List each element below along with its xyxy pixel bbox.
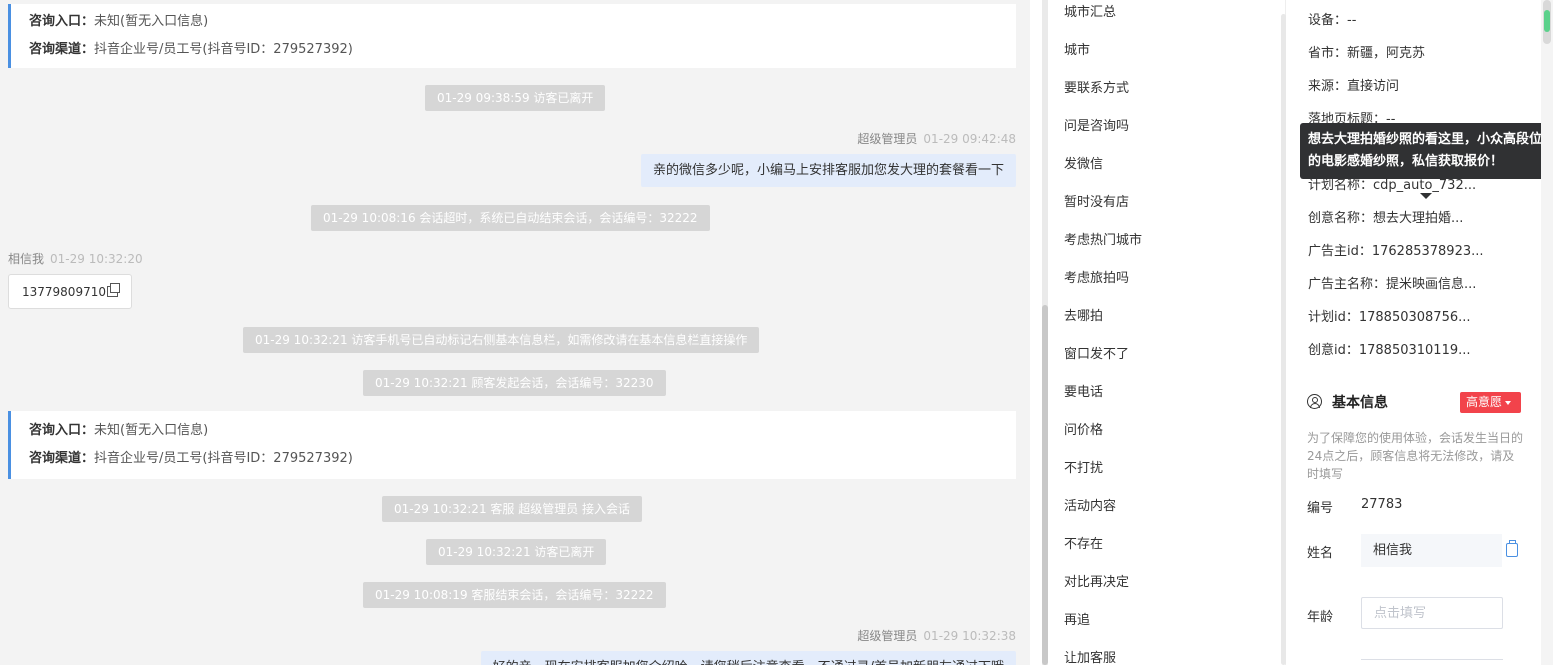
- basic-info-header: 基本信息: [1307, 393, 1388, 413]
- quick-reply-item[interactable]: 要联系方式: [1064, 79, 1129, 99]
- message-meta: 超级管理员 01-29 09:42:48: [857, 130, 1016, 147]
- quick-reply-item[interactable]: 去哪拍: [1064, 307, 1103, 327]
- user-circle-icon: [1307, 394, 1322, 409]
- inquiry-info-card: 咨询入口：未知(暂无入口信息) 咨询渠道：抖音企业号/员工号(抖音号ID：279…: [8, 4, 1016, 68]
- copy-icon[interactable]: [106, 283, 120, 297]
- name-field[interactable]: 相信我: [1361, 534, 1502, 567]
- caret-down-icon: [1505, 401, 1512, 405]
- inquiry-entry-row: 咨询入口：未知(暂无入口信息): [29, 8, 998, 36]
- quick-reply-item[interactable]: 让加客服: [1064, 649, 1116, 665]
- creative-id-row[interactable]: 创意id：178850310119...: [1308, 341, 1471, 361]
- inquiry-channel-row: 咨询渠道：抖音企业号/员工号(抖音号ID：279527392): [29, 36, 998, 64]
- sender-name: 相信我: [8, 252, 45, 266]
- intent-label: 高意愿: [1466, 395, 1503, 409]
- message-time: 01-29 09:42:48: [923, 132, 1016, 146]
- id-label: 编号: [1307, 501, 1334, 516]
- inquiry-channel-label: 咨询渠道：: [29, 42, 95, 57]
- basic-info-title: 基本信息: [1332, 395, 1388, 411]
- creative-tooltip: 想去大理拍婚纱照的看这里，小众高段位的电影感婚纱照，私信获取报价！: [1300, 123, 1550, 179]
- system-message: 01-29 10:32:21 顾客发起会话，会话编号：32230: [363, 370, 666, 396]
- quick-reply-item[interactable]: 考虑旅拍吗: [1064, 269, 1129, 289]
- quick-reply-list: 城市汇总 城市 要联系方式 问是咨询吗 发微信 暂时没有店 考虑热门城市 考虑旅…: [1048, 0, 1286, 665]
- advertiser-name-row[interactable]: 广告主名称：提米映画信息...: [1308, 275, 1476, 295]
- quick-reply-item[interactable]: 不打扰: [1064, 459, 1103, 479]
- agent-message-bubble[interactable]: 亲的微信多少呢，小编马上安排客服加您发大理的套餐看一下: [640, 154, 1016, 187]
- right-panel-scrollbar-thumb[interactable]: [1543, 0, 1551, 44]
- inquiry-channel-value: 抖音企业号/员工号(抖音号ID：279527392): [94, 451, 353, 466]
- province-row: 省市：新疆，阿克苏: [1308, 46, 1426, 61]
- inquiry-entry-label: 咨询入口：: [29, 423, 95, 438]
- inquiry-entry-row: 咨询入口：未知(暂无入口信息): [29, 417, 998, 445]
- quick-reply-item[interactable]: 对比再决定: [1064, 573, 1129, 593]
- quick-reply-item[interactable]: 考虑热门城市: [1064, 231, 1142, 251]
- quick-reply-item[interactable]: 再追: [1064, 611, 1090, 631]
- chat-panel: 咨询入口：未知(暂无入口信息) 咨询渠道：抖音企业号/员工号(抖音号ID：279…: [0, 0, 1030, 665]
- name-label: 姓名: [1307, 546, 1334, 561]
- intent-dropdown[interactable]: 高意愿: [1460, 392, 1521, 413]
- system-message: 01-29 10:32:21 客服 超级管理员 接入会话: [382, 496, 643, 522]
- device-row: 设备：--: [1308, 13, 1357, 28]
- visitor-message-text: 13779809710: [22, 285, 106, 299]
- tooltip-arrow: [1420, 193, 1432, 199]
- quick-reply-item[interactable]: 城市汇总: [1064, 3, 1116, 23]
- quick-reply-scrollbar[interactable]: [1281, 14, 1286, 665]
- system-message: 01-29 09:38:59 访客已离开: [425, 85, 606, 111]
- quick-reply-item[interactable]: 要电话: [1064, 383, 1103, 403]
- quick-reply-item[interactable]: 发微信: [1064, 155, 1103, 175]
- system-message: 01-29 10:32:21 访客已离开: [426, 539, 607, 565]
- id-value: 27783: [1361, 497, 1403, 512]
- plan-name-row[interactable]: 计划名称：cdp_auto_732...: [1308, 176, 1476, 196]
- inquiry-entry-value: 未知(暂无入口信息): [94, 14, 209, 29]
- system-message: 01-29 10:08:19 客服结束会话，会话编号：32222: [363, 582, 666, 608]
- app-root: 咨询入口：未知(暂无入口信息) 咨询渠道：抖音企业号/员工号(抖音号ID：279…: [0, 0, 1553, 665]
- quick-reply-item[interactable]: 城市: [1064, 41, 1090, 61]
- inquiry-channel-value: 抖音企业号/员工号(抖音号ID：279527392): [94, 42, 353, 57]
- sender-name: 超级管理员: [857, 132, 918, 146]
- quick-reply-item[interactable]: 不存在: [1064, 535, 1103, 555]
- inquiry-channel-row: 咨询渠道：抖音企业号/员工号(抖音号ID：279527392): [29, 445, 998, 473]
- quick-reply-item[interactable]: 问是咨询吗: [1064, 117, 1129, 137]
- clipboard-icon[interactable]: [1506, 540, 1518, 557]
- inquiry-entry-value: 未知(暂无入口信息): [94, 423, 209, 438]
- plan-id-row[interactable]: 计划id：178850308756...: [1308, 308, 1471, 328]
- sender-name: 超级管理员: [857, 629, 918, 643]
- message-meta: 相信我 01-29 10:32:20: [8, 250, 143, 267]
- visitor-message-bubble[interactable]: 13779809710: [8, 274, 132, 309]
- quick-reply-item[interactable]: 活动内容: [1064, 497, 1116, 517]
- info-notice: 为了保障您的使用体验，会话发生当日的24点之后，顾客信息将无法修改，请及时填写: [1307, 431, 1524, 481]
- agent-message-bubble[interactable]: 好的亲，现在安排客服加您介绍哈，请您稍后注意查看，不通过录/首号加新朋友通过下哦: [480, 651, 1016, 665]
- advertiser-id-row[interactable]: 广告主id：176285378923...: [1308, 242, 1484, 262]
- age-label: 年龄: [1307, 610, 1334, 625]
- message-time: 01-29 10:32:38: [923, 629, 1016, 643]
- inquiry-entry-label: 咨询入口：: [29, 14, 95, 29]
- system-message: 01-29 10:32:21 访客手机号已自动标记右侧基本信息栏，如需修改请在基…: [243, 327, 760, 353]
- inquiry-info-card: 咨询入口：未知(暂无入口信息) 咨询渠道：抖音企业号/员工号(抖音号ID：279…: [8, 411, 1016, 479]
- quick-reply-item[interactable]: 问价格: [1064, 421, 1103, 441]
- quick-reply-item[interactable]: 窗口发不了: [1064, 345, 1129, 365]
- message-time: 01-29 10:32:20: [50, 252, 143, 266]
- inquiry-channel-label: 咨询渠道：: [29, 451, 95, 466]
- creative-name-row[interactable]: 创意名称：想去大理拍婚...: [1308, 209, 1463, 229]
- age-input[interactable]: [1361, 597, 1503, 629]
- next-field-edge: [1361, 659, 1503, 665]
- right-panel-scrollbar-track[interactable]: [1541, 0, 1553, 665]
- source-row: 来源：直接访问: [1308, 79, 1400, 94]
- message-meta: 超级管理员 01-29 10:32:38: [857, 627, 1016, 644]
- quick-reply-item[interactable]: 暂时没有店: [1064, 193, 1129, 213]
- system-message: 01-29 10:08:16 会话超时，系统已自动结束会话，会话编号：32222: [311, 205, 710, 231]
